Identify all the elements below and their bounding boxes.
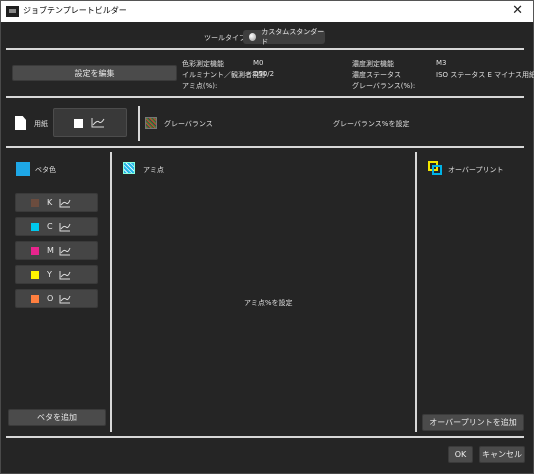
curve-icon	[91, 118, 105, 128]
gray-balance-not-set: グレーバランス%を設定	[333, 120, 410, 128]
divider-paper	[138, 106, 140, 141]
ami-label: アミ点	[143, 166, 164, 174]
paper-white-swatch	[74, 119, 83, 128]
overprint-icon	[428, 161, 442, 175]
curve-icon	[59, 271, 71, 280]
curve-icon	[59, 199, 71, 208]
tool-type-label: ツールタイプ	[204, 34, 246, 42]
window-titlebar: ジョブテンプレートビルダー ✕	[0, 0, 534, 22]
gray-balance-label: グレーバランス	[164, 120, 213, 128]
density-device-value: M3	[436, 59, 447, 67]
app-icon	[6, 6, 19, 17]
divider-bottom	[6, 436, 524, 438]
ink-row-c[interactable]: C	[15, 217, 98, 236]
overprint-label: オーバープリント	[448, 166, 504, 174]
density-device-label: 濃度測定機能	[352, 60, 394, 68]
divider-ami	[415, 152, 417, 432]
ink-color-chip	[31, 247, 39, 255]
ink-row-y[interactable]: Y	[15, 265, 98, 284]
tool-type-selector[interactable]: カスタムスタンダード	[243, 28, 325, 46]
ink-row-m[interactable]: M	[15, 241, 98, 260]
density-status-label: 濃度ステータス	[352, 71, 401, 79]
ami-percent-label: アミ点(%):	[182, 82, 218, 90]
ink-row-o[interactable]: O	[15, 289, 98, 308]
close-icon[interactable]: ✕	[512, 3, 523, 18]
ink-row-k[interactable]: K	[15, 193, 98, 212]
ink-letter: O	[47, 294, 54, 303]
edit-settings-button[interactable]: 設定を編集	[12, 65, 177, 81]
add-overprint-button[interactable]: オーバープリントを追加	[422, 414, 524, 431]
divider-mid	[6, 146, 524, 148]
ink-letter: C	[47, 222, 53, 231]
ami-not-set: アミ点%を設定	[244, 299, 293, 307]
globe-icon	[249, 33, 257, 41]
gray-balance-icon	[145, 117, 157, 129]
curve-icon	[59, 295, 71, 304]
color-device-value: M0	[253, 59, 264, 67]
density-status-value: ISO ステータス E マイナス用紙	[436, 71, 534, 79]
gray-balance-percent-label: グレーバランス(%):	[352, 82, 416, 90]
divider-solid	[110, 152, 112, 432]
ink-letter: K	[47, 198, 53, 207]
solid-label: ベタ色	[35, 166, 56, 174]
paper-label: 用紙	[34, 120, 48, 128]
divider-settings	[6, 96, 524, 98]
tool-type-value: カスタムスタンダード	[261, 28, 325, 46]
ok-button[interactable]: OK	[448, 446, 473, 463]
window-title: ジョブテンプレートビルダー	[23, 6, 127, 15]
ink-color-chip	[31, 223, 39, 231]
ink-color-chip	[31, 295, 39, 303]
ami-halftone-icon	[123, 162, 135, 174]
color-device-label: 色彩測定機能	[182, 60, 224, 68]
divider-top	[6, 48, 524, 50]
add-solid-button[interactable]: ベタを追加	[8, 409, 106, 426]
curve-icon	[59, 223, 71, 232]
paper-button[interactable]	[53, 108, 127, 137]
ink-letter: M	[47, 246, 54, 255]
ink-color-chip	[31, 199, 39, 207]
solid-color-icon	[16, 162, 30, 176]
cancel-button[interactable]: キャンセル	[479, 446, 525, 463]
illuminant-value: D50/2	[253, 70, 275, 78]
paper-document-icon	[15, 116, 26, 130]
ink-color-chip	[31, 271, 39, 279]
ink-letter: Y	[47, 270, 52, 279]
curve-icon	[59, 247, 71, 256]
